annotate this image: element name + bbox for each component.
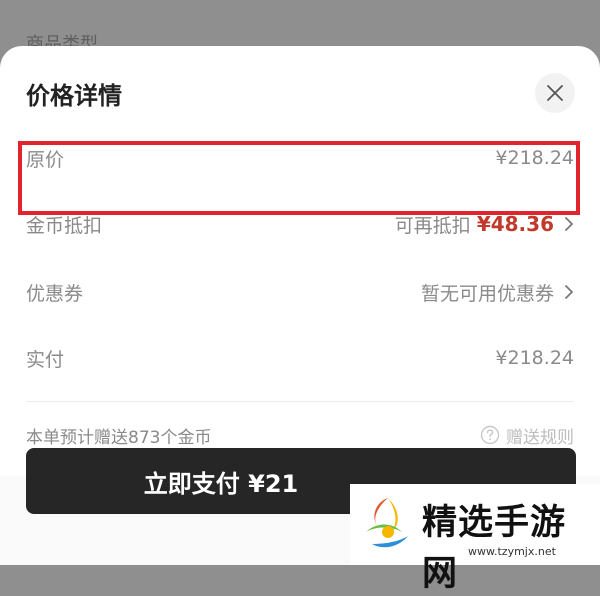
gift-rules-label: 赠送规则 xyxy=(506,427,574,448)
gift-rules-link[interactable]: 赠送规则 xyxy=(480,423,574,448)
row-actual-payment: 实付 ¥218.24 xyxy=(26,338,574,378)
gift-coins-row: 本单预计赠送873个金币 赠送规则 xyxy=(26,418,574,452)
gift-coins-text: 本单预计赠送873个金币 xyxy=(26,427,212,448)
row-value: ¥218.24 xyxy=(495,347,574,369)
chevron-right-icon xyxy=(564,284,574,300)
sheet-title: 价格详情 xyxy=(26,82,122,110)
divider xyxy=(26,401,574,402)
highlight-box xyxy=(18,141,580,215)
watermark-url: www.tzymjx.net xyxy=(468,545,556,558)
help-icon xyxy=(480,425,500,445)
row-label: 优惠券 xyxy=(26,282,84,305)
pay-button-label: 立即支付 ¥21 xyxy=(143,469,299,498)
row-coupon[interactable]: 优惠券 暂无可用优惠券 xyxy=(26,272,574,312)
watermark-logo-icon xyxy=(366,498,408,548)
close-icon xyxy=(547,85,563,101)
deduction-amount: ¥48.36 xyxy=(476,212,554,236)
row-label: 实付 xyxy=(26,348,65,371)
close-button[interactable] xyxy=(535,73,575,113)
row-value: 暂无可用优惠券 xyxy=(420,282,554,305)
watermark: 精选手游网 www.tzymjx.net xyxy=(350,484,600,594)
chevron-right-icon xyxy=(564,216,574,232)
